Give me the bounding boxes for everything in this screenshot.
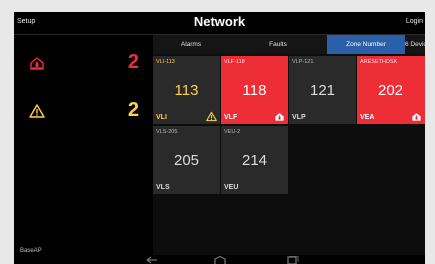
zone-label: VLI-113 [156, 59, 175, 65]
fire-count: 2 [127, 51, 139, 73]
title-bar: Setup Network Login [14, 12, 425, 35]
zone-number: 121 [309, 82, 336, 99]
zone-label: VEU-2 [224, 129, 241, 135]
filter-tabs: Alarms Faults Zone Number 6 Devices [153, 35, 425, 54]
recent-apps-icon[interactable] [284, 256, 300, 264]
fire-icon [30, 57, 44, 70]
fire-icon [275, 113, 284, 121]
zone-number: 205 [173, 152, 200, 169]
zone-tile[interactable]: VEU-2 214 VEU [221, 126, 288, 194]
fire-icon [412, 113, 421, 121]
zone-number: 118 [242, 82, 267, 99]
summary-panel: 2 2 BaseAP [14, 35, 153, 264]
warning-icon [29, 104, 45, 118]
tab-alarms[interactable]: Alarms [153, 35, 229, 54]
zone-label: VLF-118 [224, 59, 245, 65]
login-button[interactable]: Login [406, 18, 423, 25]
zone-tile[interactable]: VLF-118 118 VLF [221, 56, 288, 124]
zone-type: VEA [360, 114, 375, 121]
trouble-count: 2 [127, 99, 139, 121]
zone-label: ARESETHDSK [360, 59, 398, 65]
app-window: Setup Network Login 2 2 BaseAP Alarms Fa… [14, 12, 425, 264]
back-icon[interactable] [144, 256, 160, 264]
panel-name-label: BaseAP [20, 248, 42, 254]
page-title: Network [193, 14, 246, 29]
tab-zone-number[interactable]: Zone Number [327, 35, 405, 54]
home-icon[interactable] [212, 256, 228, 264]
zone-tile[interactable]: VLP-121 121 VLP [289, 56, 356, 124]
zone-type: VLF [224, 114, 238, 121]
zone-label: VLP-121 [292, 59, 314, 65]
android-nav-bar [14, 255, 425, 264]
warning-icon [206, 111, 217, 122]
trouble-summary-row[interactable]: 2 [14, 99, 153, 125]
zone-number: 214 [241, 152, 268, 169]
zone-type: VLI [156, 114, 167, 121]
zone-label: VLS-205 [156, 129, 178, 135]
zone-number: 202 [377, 82, 404, 99]
zone-type: VEU [224, 184, 239, 191]
zone-type: VLS [156, 184, 170, 191]
tab-faults[interactable]: Faults [229, 35, 327, 54]
zone-tile[interactable]: VLS-205 205 VLS [153, 126, 220, 194]
zone-type: VLP [292, 114, 306, 121]
tab-devices[interactable]: 6 Devices [405, 35, 425, 54]
zone-tile[interactable]: ARESETHDSK 202 VEA [357, 56, 425, 124]
zone-tile[interactable]: VLI-113 113 VLI [153, 56, 220, 124]
fire-summary-row[interactable]: 2 [14, 51, 153, 77]
zone-number: 113 [174, 82, 199, 99]
